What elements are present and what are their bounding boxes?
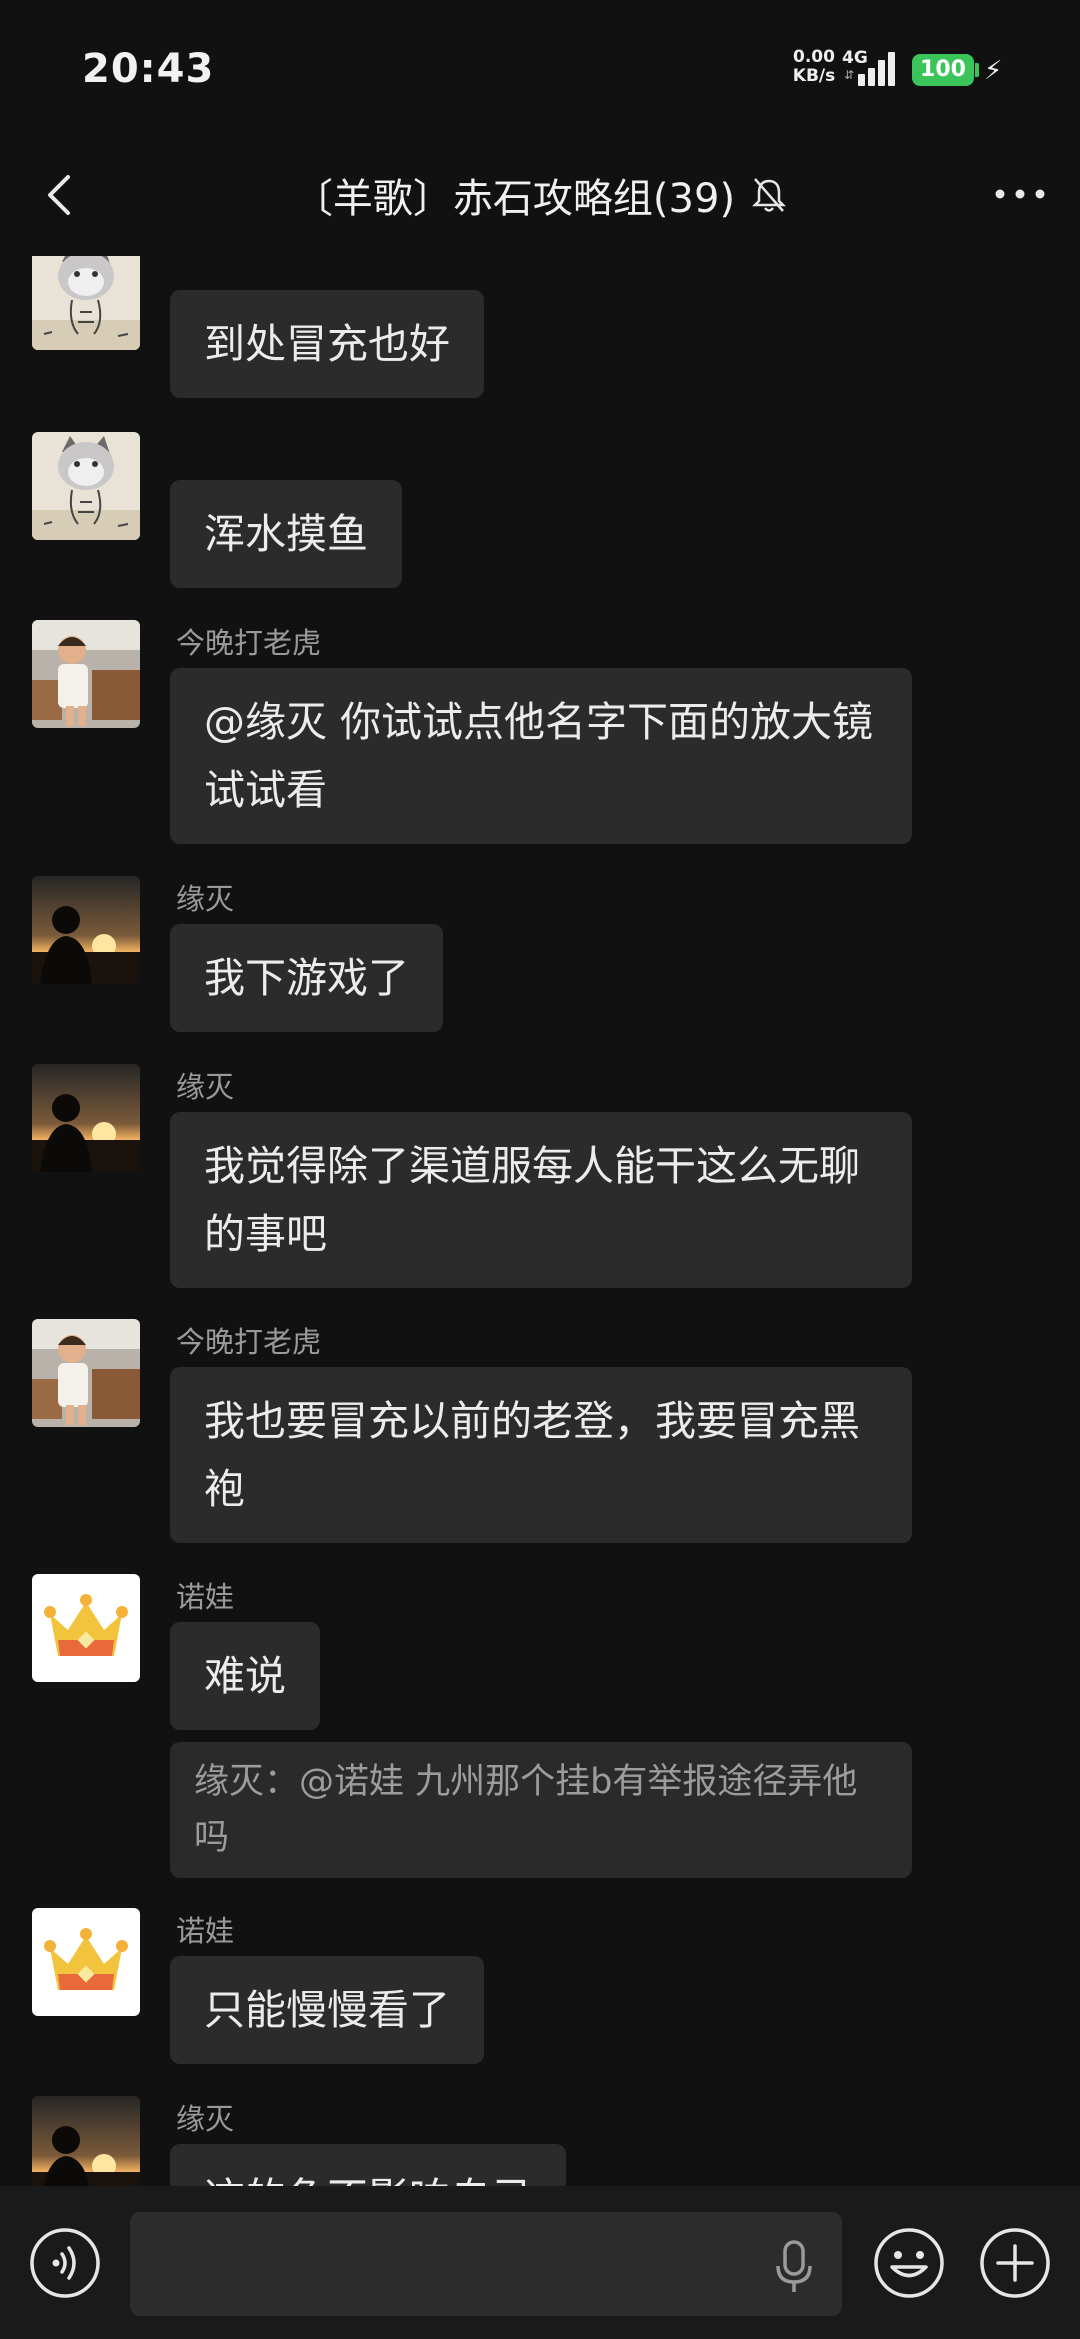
message-bubble[interactable]: 这的鱼不影响自己 [170,2144,566,2186]
chat-title-area[interactable]: 〔羊歌〕赤石攻略组(39) [0,166,1080,224]
chat-header: 〔羊歌〕赤石攻略组(39) [0,140,1080,250]
sender-name: 缘灭 [176,1070,235,1104]
kid-avatar[interactable] [32,620,140,728]
cat-avatar[interactable] [32,256,140,350]
message-bubble[interactable]: @缘灭 你试试点他名字下面的放大镜试试看 [170,668,912,844]
message-bubble[interactable]: 到处冒充也好 [170,290,484,398]
voice-icon[interactable] [28,2226,102,2300]
mic-icon[interactable] [770,2238,818,2296]
sender-name: 诺娃 [176,1580,235,1614]
mute-bell-icon [752,178,787,212]
battery-tip [975,63,979,77]
message-bubble[interactable]: 难说 [170,1622,320,1730]
message-input[interactable] [130,2212,842,2316]
message-list[interactable]: 到处冒充也好 浑水摸鱼 今晚打老虎 @缘灭 你试试点他名字下面的放大镜试试看 缘… [0,256,1080,2186]
sender-name: 缘灭 [176,2102,235,2136]
network-speed-unit: KB/s [792,66,836,86]
sender-name: 今晚打老虎 [176,626,322,660]
sunset-avatar[interactable] [32,876,140,984]
message-bubble[interactable]: 我也要冒充以前的老登，我要冒充黑袍 [170,1367,912,1543]
message-bubble[interactable]: 浑水摸鱼 [170,480,402,588]
battery-indicator: 100 [912,54,974,86]
sender-name: 诺娃 [176,1914,235,1948]
sender-name: 今晚打老虎 [176,1325,322,1359]
emoji-icon[interactable] [872,2226,946,2300]
crown-avatar[interactable] [32,1908,140,2016]
quoted-reply[interactable]: 缘灭：@诺娃 九州那个挂b有举报途径弄他吗 [170,1742,912,1878]
signal-strength-icon [858,52,902,86]
cat-avatar[interactable] [32,432,140,540]
input-bar [0,2186,1080,2339]
message-bubble[interactable]: 只能慢慢看了 [170,1956,484,2064]
network-speed: 0.00 KB/s [786,48,842,86]
chat-title: 〔羊歌〕赤石攻略组(39) [292,176,736,222]
data-activity-icon: ⇵ [844,68,855,82]
message-bubble[interactable]: 我下游戏了 [170,924,443,1032]
status-bar: 20:43 0.00 KB/s 4G ⇵ 100 ⚡ [0,0,1080,140]
kid-avatar[interactable] [32,1319,140,1427]
sender-name: 缘灭 [176,882,235,916]
message-bubble[interactable]: 我觉得除了渠道服每人能干这么无聊的事吧 [170,1112,912,1288]
more-options-icon[interactable] [990,174,1050,214]
status-time: 20:43 [82,46,215,92]
sunset-avatar[interactable] [32,1064,140,1172]
plus-icon[interactable] [978,2226,1052,2300]
sunset-avatar[interactable] [32,2096,140,2186]
network-speed-value: 0.00 [793,47,835,67]
charging-icon: ⚡ [984,56,1003,86]
crown-avatar[interactable] [32,1574,140,1682]
